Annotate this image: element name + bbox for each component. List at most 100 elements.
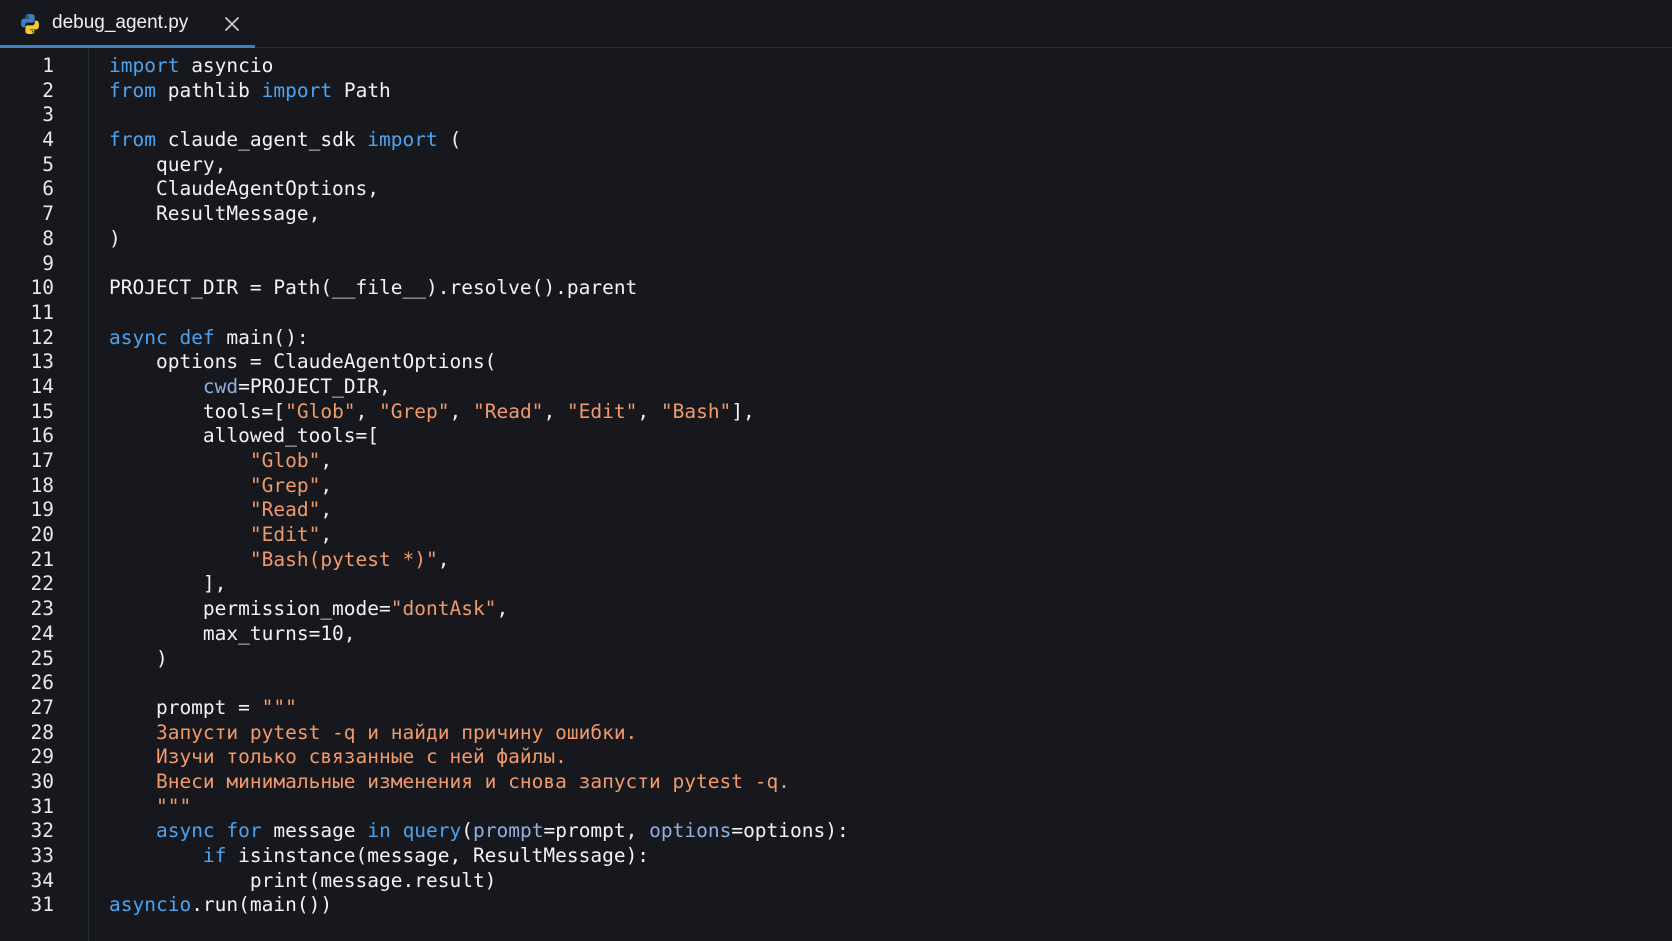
code-line[interactable]: allowed_tools=[ — [109, 424, 1649, 449]
code-token: """ — [109, 794, 192, 818]
line-number: 15 — [30, 399, 54, 423]
code-token: ( — [437, 128, 462, 152]
code-token: , — [637, 399, 661, 423]
code-token: "Grep" — [379, 399, 450, 423]
code-line[interactable]: "Bash(pytest *)", — [109, 548, 1649, 573]
code-token: ], — [731, 399, 755, 423]
code-line[interactable]: "Glob", — [109, 449, 1649, 474]
code-line[interactable]: Запусти pytest -q и найди причину ошибки… — [109, 721, 1649, 746]
code-token: =PROJECT_DIR, — [238, 374, 391, 398]
code-token: "dontAsk" — [390, 597, 497, 621]
tab-debug-agent[interactable]: debug_agent.py — [0, 0, 255, 48]
line-number: 28 — [30, 720, 54, 744]
line-number: 29 — [30, 745, 54, 769]
line-number: 14 — [30, 374, 54, 398]
code-token: cwd — [202, 374, 239, 398]
code-token: , — [320, 449, 333, 472]
code-token: tools=[ — [109, 399, 286, 423]
line-number: 30 — [30, 769, 54, 793]
code-line[interactable]: ResultMessage, — [109, 202, 1649, 227]
code-line[interactable] — [109, 671, 1649, 696]
code-line[interactable]: cwd=PROJECT_DIR, — [109, 375, 1649, 400]
code-token: , — [496, 597, 509, 621]
code-line[interactable]: ) — [109, 227, 1649, 252]
line-number: 26 — [30, 671, 54, 695]
line-number: 8 — [42, 226, 54, 250]
line-number: 24 — [30, 621, 54, 645]
code-token: "Bash(pytest *)" — [249, 547, 438, 571]
code-token: Запусти pytest -q и найди причину ошибки… — [109, 720, 638, 744]
code-token: "Glob" — [249, 449, 321, 472]
code-token: , — [449, 399, 473, 423]
code-line[interactable]: from claude_agent_sdk import ( — [109, 128, 1649, 153]
code-line[interactable]: """ — [109, 795, 1649, 820]
code-token: permission_mode= — [109, 597, 391, 621]
line-number: 4 — [42, 128, 54, 152]
code-line[interactable]: options = ClaudeAgentOptions( — [109, 350, 1649, 375]
code-token: ResultMessage, — [109, 202, 321, 226]
code-line[interactable]: max_turns=10, — [109, 622, 1649, 647]
code-token: , — [320, 498, 333, 522]
code-line[interactable]: "Edit", — [109, 523, 1649, 548]
code-line[interactable]: "Read", — [109, 498, 1649, 523]
code-token: query — [402, 819, 462, 843]
code-line[interactable]: "Grep", — [109, 474, 1649, 499]
code-line[interactable]: async for message in query(prompt=prompt… — [109, 819, 1649, 844]
code-line[interactable] — [109, 301, 1649, 326]
line-number: 9 — [42, 251, 54, 275]
code-line[interactable]: asyncio.run(main()) — [109, 893, 1649, 918]
line-number: 2 — [42, 78, 54, 102]
code-line[interactable]: if isinstance(message, ResultMessage): — [109, 844, 1649, 869]
line-number: 25 — [30, 646, 54, 670]
code-editor[interactable]: 1 2 3 4 5 6 7 8 9 10 11 12 13 14 15 16 17 18 19 20 21 22 23 24 2… — [0, 48, 1672, 941]
code-line[interactable]: ClaudeAgentOptions, — [109, 177, 1649, 202]
code-line[interactable]: Внеси минимальные изменения и снова запу… — [109, 770, 1649, 795]
code-line[interactable]: ], — [109, 572, 1649, 597]
code-line[interactable]: async def main(): — [109, 326, 1649, 351]
code-line[interactable]: query, — [109, 153, 1649, 178]
code-token: import — [261, 78, 333, 102]
line-number: 11 — [30, 300, 54, 324]
code-token: if — [202, 844, 227, 867]
line-numbers: 1 2 3 4 5 6 7 8 9 10 11 12 13 14 15 16 17 18 19 20 21 22 23 24 2… — [0, 54, 54, 918]
code-token: Изучи только связанные с ней файлы. — [109, 745, 567, 769]
code-line[interactable] — [109, 103, 1649, 128]
code-area[interactable]: import asyncio from pathlib import Path fr… — [109, 54, 1649, 918]
code-line[interactable]: from pathlib import Path — [109, 79, 1649, 104]
code-line[interactable]: import asyncio — [109, 54, 1649, 79]
code-line[interactable]: ) — [109, 647, 1649, 672]
code-token: allowed_tools=[ — [109, 424, 380, 448]
code-line[interactable]: Изучи только связанные с ней файлы. — [109, 745, 1649, 770]
code-token: "Edit" — [249, 523, 321, 547]
line-number: 22 — [30, 572, 54, 596]
close-icon[interactable] — [222, 14, 242, 34]
code-token: message — [261, 819, 368, 843]
code-token: async — [109, 325, 168, 349]
line-number: 33 — [30, 844, 54, 867]
code-token: for — [226, 819, 262, 843]
line-number: 19 — [30, 498, 54, 522]
code-token: def — [179, 325, 215, 349]
code-line[interactable]: print(message.result) — [109, 869, 1649, 894]
code-line[interactable]: tools=["Glob", "Grep", "Read", "Edit", "… — [109, 400, 1649, 425]
code-line[interactable]: prompt = """ — [109, 696, 1649, 721]
code-token: .run(main()) — [191, 893, 333, 917]
code-token: main(): — [214, 325, 309, 349]
line-number: 1 — [42, 54, 54, 77]
line-number: 5 — [42, 152, 54, 176]
code-line[interactable]: PROJECT_DIR = Path(__file__).resolve().p… — [109, 276, 1649, 301]
line-number: 21 — [30, 547, 54, 571]
code-line[interactable]: permission_mode="dontAsk", — [109, 597, 1649, 622]
code-line[interactable] — [109, 252, 1649, 277]
line-number-gutter: 1 2 3 4 5 6 7 8 9 10 11 12 13 14 15 16 17 18 19 20 21 22 23 24 2… — [0, 48, 89, 941]
line-number: 32 — [30, 819, 54, 843]
code-token: , — [320, 473, 333, 497]
code-token: print(message.result) — [109, 868, 497, 892]
code-token: import — [109, 54, 180, 77]
code-token: prompt = — [109, 695, 262, 719]
